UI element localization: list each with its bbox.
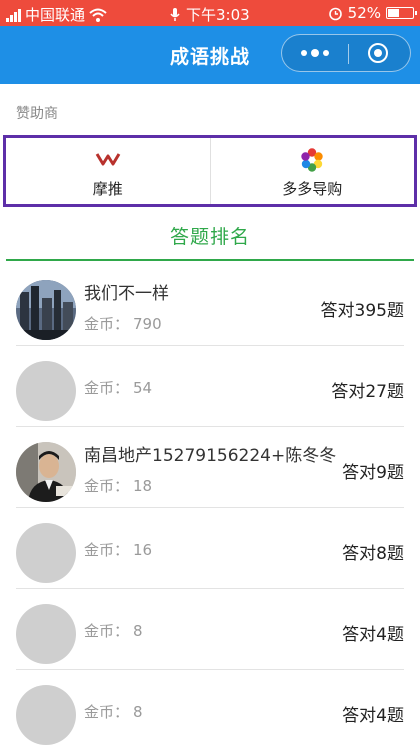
correct-count: 答对27题 (327, 377, 404, 402)
avatar (16, 685, 76, 745)
microphone-icon (170, 8, 180, 21)
coin-count: 金币： 790 (84, 313, 162, 334)
player-name: 我们不一样 (84, 284, 169, 304)
coin-value: 8 (133, 622, 143, 640)
coin-value: 18 (133, 477, 153, 495)
coin-count: 金币： 18 (84, 475, 152, 496)
ranking-row: 金币： 54 答对27题 (0, 346, 420, 427)
coin-value: 8 (133, 703, 143, 721)
coin-value: 790 (133, 315, 162, 333)
more-dot-icon (301, 50, 307, 56)
ranking-row: 金币： 8 答对4题 (0, 670, 420, 751)
ranking-row: 金币： 16 答对8题 (0, 508, 420, 589)
petal-logo-icon (301, 148, 323, 172)
coin-value: 16 (133, 541, 153, 559)
more-dot-icon (311, 49, 319, 57)
motui-logo-icon (95, 153, 121, 166)
correct-count: 答对4题 (338, 620, 404, 645)
correct-count: 答对8题 (338, 539, 404, 564)
status-center: 下午3:03 (170, 4, 250, 25)
coin-count: 金币： 16 (84, 539, 152, 560)
city-photo-icon (16, 280, 76, 340)
coin-label: 金币： (84, 477, 130, 495)
battery-percent: 52% (347, 4, 381, 22)
coin-label: 金币： (84, 379, 130, 397)
navigation-bar: 成语挑战 (0, 26, 420, 84)
coin-count: 金币： 8 (84, 701, 143, 722)
signal-icon (6, 8, 21, 22)
avatar (16, 523, 76, 583)
avatar (16, 442, 76, 502)
sponsor-item-motui[interactable]: 摩推 (6, 138, 210, 204)
ranking-row: 我们不一样 金币： 790 答对395题 (0, 265, 420, 346)
capsule-divider (348, 44, 349, 64)
clock-time: 下午3:03 (186, 6, 250, 24)
person-photo-icon (16, 442, 76, 502)
coin-value: 54 (133, 379, 153, 397)
sponsor-list: 摩推 多多导购 (3, 135, 417, 207)
correct-count: 答对4题 (338, 701, 404, 726)
status-bar: 中国联通 下午3:03 52% (0, 0, 420, 26)
coin-count: 金币： 54 (84, 377, 152, 398)
status-right: 52% (328, 4, 417, 22)
coin-label: 金币： (84, 703, 130, 721)
carrier-name: 中国联通 (25, 6, 86, 24)
sponsor-item-duoduo[interactable]: 多多导购 (209, 138, 415, 204)
wifi-icon (89, 8, 107, 22)
status-left: 中国联通 (6, 4, 107, 25)
coin-label: 金币： (84, 315, 130, 333)
alarm-icon (328, 7, 342, 20)
correct-count: 答对395题 (316, 296, 404, 321)
avatar (16, 361, 76, 421)
avatar (16, 280, 76, 340)
sponsor-section-label: 赞助商 (16, 106, 58, 122)
ranking-row: 金币： 8 答对4题 (0, 589, 420, 670)
battery-icon (386, 7, 417, 19)
ranking-title: 答题排名 (169, 226, 250, 248)
coin-label: 金币： (84, 541, 130, 559)
mini-program-capsule (281, 34, 411, 72)
ranking-row: 南昌地产15279156224+陈冬冬 金币： 18 答对9题 (0, 427, 420, 508)
more-menu-button[interactable] (282, 35, 348, 71)
close-mini-program-button[interactable] (368, 43, 388, 63)
player-name: 南昌地产15279156224+陈冬冬 (84, 446, 337, 466)
coin-count: 金币： 8 (84, 620, 143, 641)
sponsor-name: 多多导购 (282, 180, 343, 198)
correct-count: 答对9题 (338, 458, 404, 483)
sponsor-name: 摩推 (92, 180, 123, 198)
more-dot-icon (323, 50, 329, 56)
coin-label: 金币： (84, 622, 130, 640)
avatar (16, 604, 76, 664)
ranking-underline (6, 259, 414, 261)
